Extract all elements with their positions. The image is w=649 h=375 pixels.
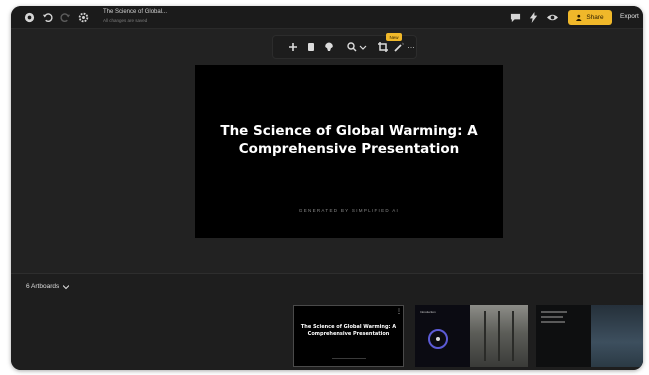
comment-icon[interactable]: [510, 12, 521, 23]
slide-subtitle[interactable]: GENERATED BY SIMPLIFIED AI: [215, 208, 483, 213]
document-title[interactable]: The Science of Global...: [103, 9, 167, 15]
page-icon[interactable]: [306, 42, 316, 52]
chevron-down-icon[interactable]: [358, 42, 367, 52]
thumbnail-more-icon[interactable]: ⋮: [396, 309, 402, 315]
thumbnail-photo: [470, 305, 528, 367]
thumbnail-label: Introduction: [420, 310, 436, 314]
slide-title[interactable]: The Science of Global Warming: A Compreh…: [215, 122, 483, 158]
artboard-thumbnail-3[interactable]: [536, 305, 643, 367]
artboard-thumbnail-2[interactable]: Introduction: [415, 305, 528, 367]
lightning-icon[interactable]: [528, 12, 539, 23]
save-status: All changes are saved: [103, 18, 148, 23]
window-bar: [484, 311, 486, 361]
thumbnail-title: The Science of Global Warming: A Compreh…: [300, 324, 397, 337]
more-icon[interactable]: …: [407, 42, 416, 50]
cursor-dot: [436, 337, 440, 341]
share-button[interactable]: Share: [568, 10, 612, 25]
artboard-panel: 6 Artboards The Science of Global Warmin…: [11, 273, 643, 370]
share-label: Share: [586, 14, 604, 21]
zoom-icon[interactable]: [347, 42, 357, 52]
window-bar: [498, 311, 500, 361]
crop-icon[interactable]: [378, 42, 388, 52]
undo-icon[interactable]: [42, 12, 53, 23]
text-line: [541, 316, 563, 318]
thumbnail-left-panel: Introduction: [415, 305, 470, 367]
magic-icon[interactable]: [394, 42, 404, 52]
artboard-thumbnail-1[interactable]: The Science of Global Warming: A Compreh…: [293, 305, 404, 367]
new-badge: New: [386, 33, 402, 41]
thumbnail-image: [591, 305, 643, 367]
artboards-label: 6 Artboards: [26, 283, 60, 290]
text-line: [541, 311, 567, 313]
window-bar: [512, 311, 514, 361]
settings-icon[interactable]: [78, 12, 89, 23]
editor-window: The Science of Global... All changes are…: [11, 6, 643, 370]
slide-canvas[interactable]: The Science of Global Warming: A Compreh…: [195, 65, 503, 238]
add-icon[interactable]: [288, 42, 298, 52]
export-button[interactable]: Export: [620, 13, 639, 20]
thumbnail-subtitle-line: [332, 358, 366, 359]
chevron-down-icon: [63, 284, 70, 289]
paint-icon[interactable]: [324, 42, 334, 52]
top-bar: The Science of Global... All changes are…: [11, 6, 643, 29]
preview-eye-icon[interactable]: [547, 12, 558, 23]
thumbnail-text-block: [541, 311, 571, 326]
add-user-icon: [576, 14, 582, 21]
redo-icon[interactable]: [60, 12, 71, 23]
artboards-dropdown[interactable]: 6 Artboards: [26, 283, 70, 290]
app-logo-icon[interactable]: [24, 12, 35, 23]
text-line: [541, 321, 565, 323]
